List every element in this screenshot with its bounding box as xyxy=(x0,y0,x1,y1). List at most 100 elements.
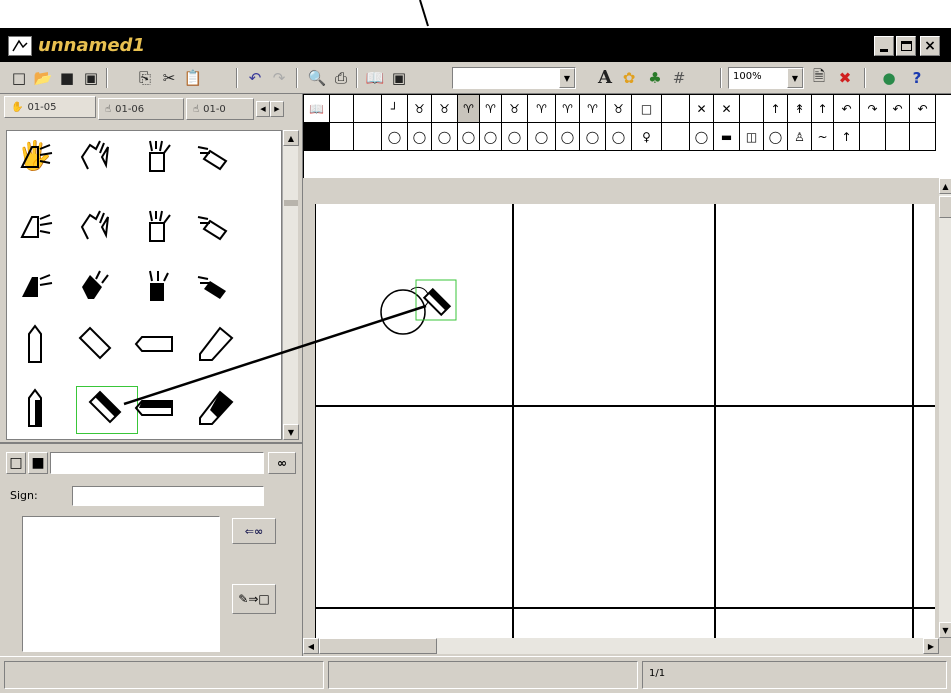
canvas-horizontal-scrollbar[interactable]: ◀ ▶ xyxy=(303,638,939,654)
book-icon[interactable]: 📖 xyxy=(364,67,386,89)
copy-icon[interactable]: ⎘ xyxy=(134,67,156,89)
symbol-cell-5-4[interactable] xyxy=(188,384,244,432)
palette-r1-cell-3[interactable]: ┘ xyxy=(382,95,408,123)
palette-r2-cell-14[interactable] xyxy=(662,123,690,151)
sign-field[interactable] xyxy=(72,486,264,506)
palette-r1-cell-13[interactable]: □ xyxy=(632,95,662,123)
palette-r1-cell-20[interactable]: ↑ xyxy=(812,95,834,123)
open-folder-icon[interactable]: 📂 xyxy=(32,67,54,89)
binoculars-icon[interactable]: ∞ xyxy=(268,452,296,474)
symbol-cell-3-3[interactable] xyxy=(128,262,184,310)
save-sign-button[interactable]: ■ xyxy=(28,452,48,474)
symbol-cell-1-3[interactable] xyxy=(128,132,184,180)
scroll-down-button[interactable]: ▼ xyxy=(283,424,299,440)
symbol-cell-3-2[interactable] xyxy=(68,262,124,310)
disk-icon[interactable]: ▣ xyxy=(388,67,410,89)
palette-r2-cell-15[interactable]: ◯ xyxy=(690,123,714,151)
find-sign-button[interactable]: ⇐ ∞ xyxy=(232,518,276,544)
save-all-icon[interactable]: ▣ xyxy=(80,67,102,89)
canvas-scroll-down-button[interactable]: ▼ xyxy=(939,622,951,638)
symbol-cell-5-3[interactable] xyxy=(128,384,184,432)
palette-r1-cell-18[interactable]: ↑ xyxy=(764,95,788,123)
tree-icon[interactable]: ♣ xyxy=(644,67,666,89)
symbol-cell-4-1[interactable] xyxy=(8,320,64,368)
undo-icon[interactable]: ↶ xyxy=(244,67,266,89)
palette-r2-cell-7[interactable]: ◯ xyxy=(480,123,502,151)
scroll-thumb[interactable] xyxy=(284,200,298,206)
palette-r1-cell-21[interactable]: ↶ xyxy=(834,95,860,123)
palette-book-icon[interactable]: 📖 xyxy=(304,95,330,123)
canvas-scroll-right-button[interactable]: ▶ xyxy=(923,638,939,654)
symbol-cell-2-4[interactable] xyxy=(188,202,244,250)
text-tool-button[interactable]: A xyxy=(594,66,616,88)
color-palette-icon[interactable]: ✿ xyxy=(618,67,640,89)
palette-r1-cell-19[interactable]: ↟ xyxy=(788,95,812,123)
tab-01-0[interactable]: ☝ 01-0 xyxy=(186,98,254,120)
symbol-cell-5-2[interactable] xyxy=(78,384,134,432)
palette-r2-cell-6[interactable]: ◯ xyxy=(458,123,480,151)
palette-r1-cell-15[interactable]: ✕ xyxy=(690,95,714,123)
palette-r2-cell-8[interactable]: ◯ xyxy=(502,123,528,151)
palette-r1-cell-12[interactable]: ♉ xyxy=(606,95,632,123)
canvas-scroll-thumb[interactable] xyxy=(939,196,951,218)
palette-r1-cell-1[interactable] xyxy=(330,95,354,123)
palette-r1-cell-4[interactable]: ♉ xyxy=(408,95,432,123)
transfer-sign-button[interactable]: ✎⇒□ xyxy=(232,584,276,614)
palette-r2-cell-19[interactable]: ♙ xyxy=(788,123,812,151)
palette-r2-cell-5[interactable]: ◯ xyxy=(432,123,458,151)
symbol-cell-1-1[interactable] xyxy=(8,132,64,180)
symbol-cell-2-2[interactable] xyxy=(68,202,124,250)
print-icon[interactable]: ⎙ xyxy=(330,67,352,89)
palette-r1-cell-10[interactable]: ♈ xyxy=(556,95,580,123)
canvas-page[interactable] xyxy=(315,204,935,638)
zoom-dropdown-icon[interactable]: ▼ xyxy=(787,68,803,88)
palette-r1-cell-8[interactable]: ♉ xyxy=(502,95,528,123)
palette-r1-cell-24[interactable]: ↶ xyxy=(910,95,936,123)
palette-r2-cell-13[interactable]: ♀ xyxy=(632,123,662,151)
palette-r2-cell-22[interactable] xyxy=(860,123,886,151)
cut-icon[interactable]: ✂ xyxy=(158,67,180,89)
symbol-cell-4-3[interactable] xyxy=(128,320,184,368)
palette-r2-cell-3[interactable]: ◯ xyxy=(382,123,408,151)
globe-icon[interactable]: ● xyxy=(878,67,900,89)
symbol-cell-2-1[interactable] xyxy=(8,202,64,250)
palette-r1-cell-23[interactable]: ↶ xyxy=(886,95,910,123)
palette-r1-cell-5[interactable]: ♉ xyxy=(432,95,458,123)
zoom-combo[interactable]: 100% ▼ xyxy=(728,67,804,89)
palette-r2-cell-24[interactable] xyxy=(910,123,936,151)
palette-r2-cell-10[interactable]: ◯ xyxy=(556,123,580,151)
palette-r2-cell-18[interactable]: ◯ xyxy=(764,123,788,151)
tab-scroll-left-button[interactable]: ◀ xyxy=(256,101,270,117)
palette-r1-cell-16[interactable]: ✕ xyxy=(714,95,740,123)
palette-r2-cell-17[interactable]: ◫ xyxy=(740,123,764,151)
sign-list[interactable] xyxy=(22,516,220,652)
delete-icon[interactable]: ✖ xyxy=(834,67,856,89)
palette-r1-cell-14[interactable] xyxy=(662,95,690,123)
save-icon[interactable]: ■ xyxy=(56,67,78,89)
new-sign-button[interactable]: □ xyxy=(6,452,26,474)
grid-icon[interactable]: # xyxy=(668,67,690,89)
new-file-icon[interactable]: □ xyxy=(8,67,30,89)
symbol-cell-4-2[interactable] xyxy=(68,320,124,368)
redo-icon[interactable]: ↷ xyxy=(268,67,290,89)
palette-r2-cell-20[interactable]: ~ xyxy=(812,123,834,151)
palette-r2-cell-16[interactable]: ▬ xyxy=(714,123,740,151)
canvas-scroll-up-button[interactable]: ▲ xyxy=(939,178,951,194)
tab-01-05[interactable]: ✋ 01-05 xyxy=(4,96,96,118)
font-combo-dropdown-icon[interactable]: ▼ xyxy=(559,68,575,88)
help-icon[interactable]: ? xyxy=(906,67,928,89)
palette-r1-cell-7[interactable]: ♈ xyxy=(480,95,502,123)
palette-r2-cell-4[interactable]: ◯ xyxy=(408,123,432,151)
palette-r1-cell-2[interactable] xyxy=(354,95,382,123)
palette-r1-cell-6[interactable]: ♈ xyxy=(458,95,480,123)
search-input[interactable] xyxy=(50,452,264,474)
palette-r2-cell-21[interactable]: ↑ xyxy=(834,123,860,151)
symbol-cell-5-1[interactable] xyxy=(8,384,64,432)
paste-icon[interactable]: 📋 xyxy=(182,67,204,89)
canvas-scroll-left-button[interactable]: ◀ xyxy=(303,638,319,654)
palette-r1-cell-11[interactable]: ♈ xyxy=(580,95,606,123)
font-combo[interactable]: ▼ xyxy=(452,67,576,89)
print-preview-icon[interactable]: 🔍 xyxy=(306,67,328,89)
palette-r2-cell-9[interactable]: ◯ xyxy=(528,123,556,151)
canvas-hscroll-thumb[interactable] xyxy=(319,638,437,654)
